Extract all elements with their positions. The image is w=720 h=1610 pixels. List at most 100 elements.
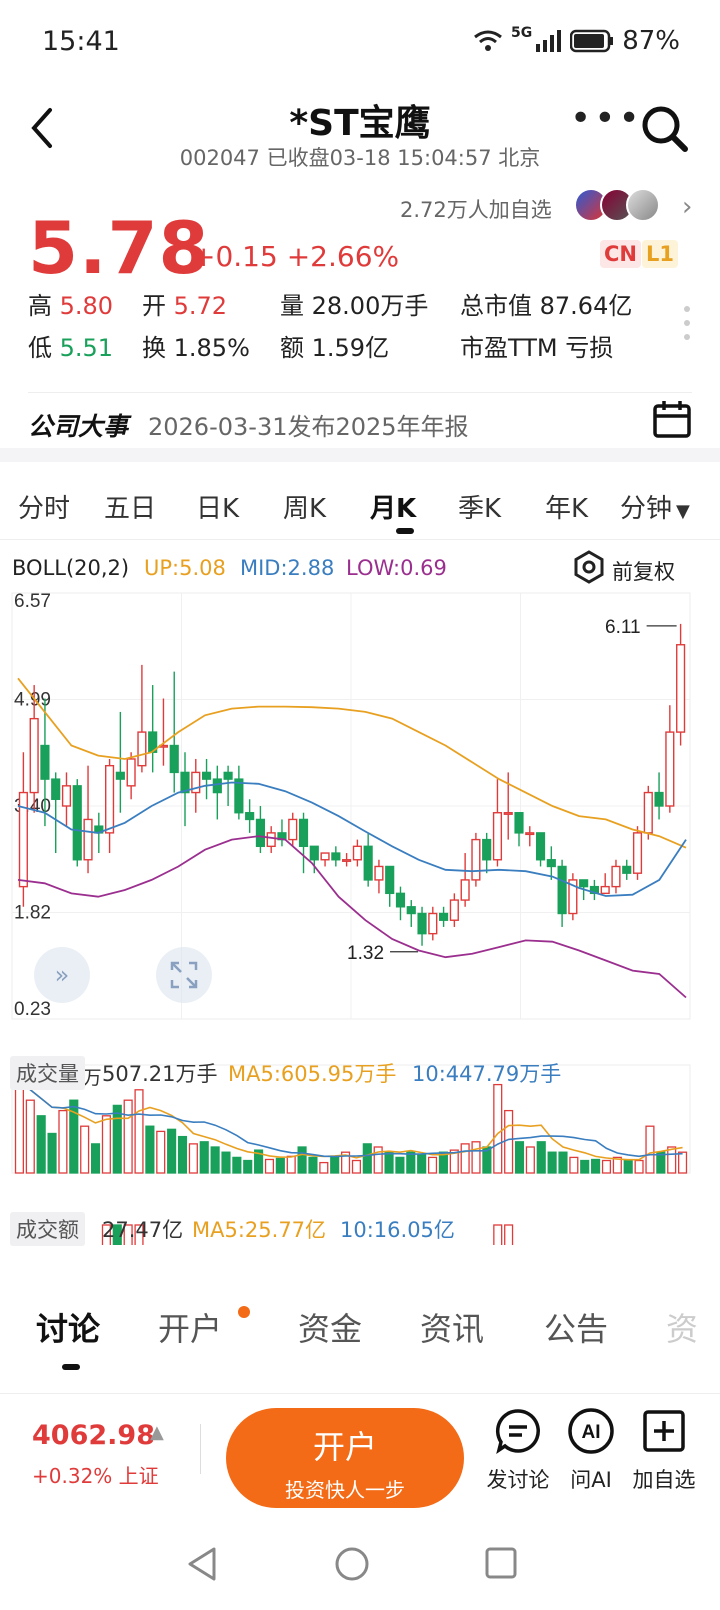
- candle-body: [535, 832, 546, 861]
- volume-bar: [460, 1143, 470, 1174]
- expand-chart-button[interactable]: »: [34, 947, 90, 1003]
- stock-header: *ST宝鹰 002047 已收盘03-18 15:04:57 北京 •••: [0, 84, 720, 184]
- volume-bar: [330, 1155, 340, 1174]
- candle-body: [449, 899, 459, 921]
- post-discussion-button[interactable]: 发讨论: [478, 1406, 558, 1494]
- volume-bar: [58, 1109, 68, 1174]
- followers-count[interactable]: 2.72万人加自选: [400, 194, 552, 224]
- tab-wuri[interactable]: 五日: [104, 488, 156, 525]
- kline-chart[interactable]: 6.574.993.401.820.236.111.322324.90万95.6…: [0, 585, 720, 1256]
- volume-bar: [645, 1125, 655, 1174]
- candle-body: [482, 838, 492, 861]
- tab-open-account[interactable]: 开户: [158, 1304, 222, 1350]
- ask-ai-label: 问AI: [570, 1468, 612, 1492]
- settings-icon[interactable]: [572, 550, 606, 584]
- volume-bar: [351, 1159, 361, 1174]
- tab-year-k[interactable]: 年K: [545, 488, 588, 525]
- candle-body: [105, 764, 115, 834]
- candle-body: [223, 771, 233, 780]
- calendar-icon[interactable]: [652, 399, 692, 439]
- caret-down-icon: ▼: [676, 501, 690, 522]
- section-divider: [0, 448, 720, 462]
- amount-tag[interactable]: 成交额: [10, 1212, 85, 1246]
- ask-ai-button[interactable]: AI 问AI: [551, 1406, 631, 1494]
- candle-body: [374, 865, 384, 881]
- chevron-right-icon[interactable]: ›: [682, 192, 692, 222]
- tab-discussion[interactable]: 讨论: [36, 1304, 100, 1350]
- change-value: +0.15: [192, 240, 278, 273]
- boll-name[interactable]: BOLL(20,2): [12, 556, 129, 580]
- volume-bar: [167, 1128, 177, 1174]
- event-text: 2026-03-31发布2025年年报: [148, 413, 469, 441]
- candle-body: [622, 865, 632, 874]
- volume-value: 507.21万手: [102, 1062, 218, 1086]
- candle-body: [471, 838, 481, 881]
- stock-code-status: 002047 已收盘03-18 15:04:57 北京: [179, 146, 541, 170]
- index-value[interactable]: 4062.98: [32, 1420, 155, 1451]
- candle-body: [320, 852, 330, 861]
- fullscreen-button[interactable]: [156, 947, 212, 1003]
- boll-low: LOW:0.69: [346, 556, 447, 580]
- volume-bar: [156, 1130, 166, 1174]
- tab-more[interactable]: 资: [666, 1304, 698, 1350]
- tab-month-k[interactable]: 月K: [370, 488, 416, 525]
- follower-avatars[interactable]: [574, 188, 660, 222]
- tab-funds[interactable]: 资金: [298, 1304, 362, 1350]
- tab-minute[interactable]: 分钟 ▼: [620, 488, 690, 525]
- adjust-mode[interactable]: 前复权: [612, 556, 675, 586]
- tab-announcements[interactable]: 公告: [544, 1304, 608, 1350]
- volume-bar: [188, 1143, 198, 1174]
- more-dots-icon[interactable]: •••: [570, 98, 643, 139]
- min-price-label: 1.32: [347, 943, 384, 964]
- volume-ma10: 10:447.79万手: [412, 1062, 562, 1086]
- tab-day-k[interactable]: 日K: [196, 488, 239, 525]
- volume-bar: [36, 1115, 46, 1174]
- nav-home-icon[interactable]: [334, 1546, 370, 1582]
- open-account-button[interactable]: 开户 投资快人一步: [226, 1408, 464, 1508]
- volume-bar: [25, 1099, 35, 1174]
- tab-fenshi[interactable]: 分时: [18, 488, 70, 525]
- volume-bar: [90, 1143, 101, 1174]
- tab-week-k[interactable]: 周K: [283, 488, 326, 525]
- expand-dots-icon[interactable]: [684, 306, 690, 348]
- index-change: +0.32% 上证: [32, 1464, 159, 1488]
- volume-bar: [395, 1156, 405, 1174]
- candle-body: [234, 778, 244, 814]
- boll-indicator-bar: BOLL(20,2) UP:5.08 MID:2.88 LOW:0.69 前复权: [0, 548, 720, 588]
- boll-mid-line: [17, 781, 687, 897]
- nav-back-icon[interactable]: [186, 1546, 218, 1582]
- volume-tag[interactable]: 成交量: [10, 1056, 85, 1090]
- volume-bar: [514, 1141, 525, 1174]
- candle-body: [137, 731, 147, 767]
- y-tick-label: 6.57: [14, 591, 51, 612]
- plus-square-icon: [643, 1410, 685, 1452]
- volume-bar: [297, 1146, 307, 1174]
- candle-body: [266, 832, 276, 848]
- search-icon[interactable]: [640, 104, 690, 154]
- candle-body: [428, 912, 438, 935]
- volume-bar: [210, 1146, 220, 1174]
- company-event[interactable]: 公司大事 2026-03-31发布2025年年报: [28, 392, 692, 450]
- candle-body: [557, 865, 567, 915]
- tab-news[interactable]: 资讯: [420, 1304, 484, 1350]
- stat-low: 低 5.51: [28, 334, 114, 362]
- add-watchlist-button[interactable]: 加自选: [624, 1406, 704, 1494]
- nav-recents-icon[interactable]: [484, 1546, 518, 1580]
- boll-up-line: [17, 677, 687, 849]
- last-price: 5.78: [28, 206, 210, 290]
- y-tick-label: 0.23: [14, 999, 51, 1020]
- avatar: [626, 188, 660, 222]
- candle-body: [115, 771, 125, 780]
- stat-mktcap: 总市值 87.64亿: [460, 292, 633, 320]
- chat-bubble-icon: [495, 1409, 540, 1454]
- price-change: +0.15 +2.66%: [192, 240, 399, 273]
- stat-high: 高 5.80: [28, 292, 114, 320]
- volume-bar: [406, 1151, 416, 1174]
- amount-ma5: MA5:25.77亿: [192, 1218, 327, 1242]
- candle-body: [503, 812, 513, 815]
- tab-quarter-k[interactable]: 季K: [458, 488, 501, 525]
- candle-body: [29, 717, 39, 794]
- volume-bar: [678, 1151, 688, 1174]
- system-nav-bar: [0, 1524, 720, 1610]
- volume-bar: [471, 1141, 481, 1174]
